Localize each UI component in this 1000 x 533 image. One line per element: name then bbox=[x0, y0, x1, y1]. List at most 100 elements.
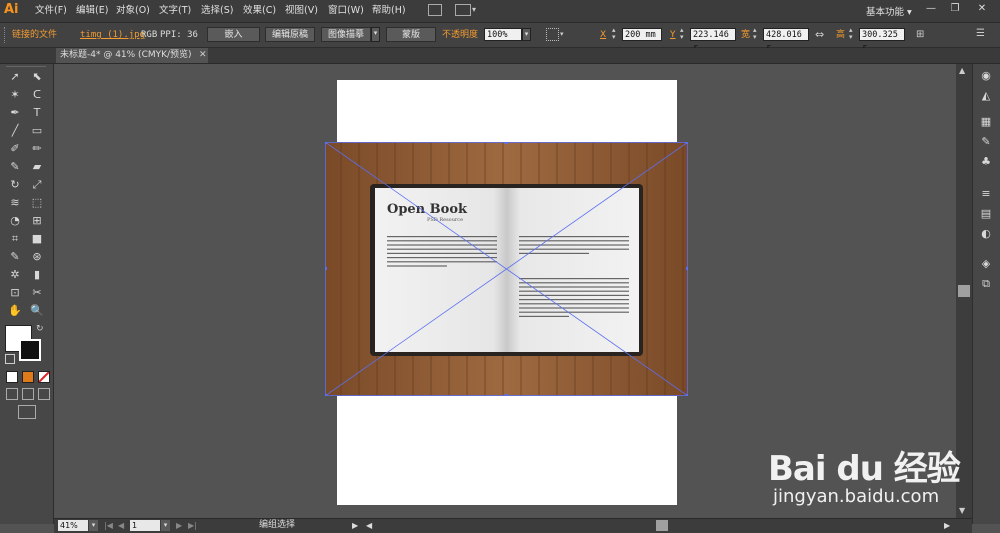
document-tab[interactable]: 未标题-4* @ 41% (CMYK/预览) bbox=[56, 48, 208, 63]
rectangle-tool-icon[interactable]: ▭ bbox=[29, 123, 45, 139]
arrange-dropdown-icon[interactable]: ▾ bbox=[472, 5, 476, 14]
color-guide-icon[interactable]: ◭ bbox=[978, 88, 994, 104]
height-label[interactable]: 高 bbox=[836, 29, 845, 41]
status-menu-icon[interactable]: ▶ bbox=[352, 520, 358, 531]
close-window-button[interactable]: ✕ bbox=[975, 2, 989, 16]
horizontal-scroll-thumb[interactable] bbox=[656, 520, 668, 531]
y-stepper-icon[interactable]: ▴ ▾ bbox=[680, 27, 684, 41]
x-label[interactable]: X bbox=[600, 29, 606, 41]
page-input[interactable]: 1 bbox=[130, 520, 160, 531]
y-input[interactable]: 223.146 r bbox=[690, 28, 736, 53]
arrange-documents-icon[interactable] bbox=[455, 4, 471, 16]
default-colors-icon[interactable] bbox=[5, 354, 15, 364]
screen-mode-icon[interactable] bbox=[18, 405, 36, 419]
scroll-up-icon[interactable]: ▲ bbox=[959, 66, 965, 75]
opacity-dropdown[interactable]: ▾ bbox=[522, 28, 531, 41]
mesh-icon[interactable]: ⌗ bbox=[7, 231, 23, 247]
workspace-switcher[interactable]: 基本功能 ▾ bbox=[866, 4, 912, 18]
bridge-icon[interactable] bbox=[428, 4, 442, 16]
artboards-panel-icon[interactable]: ⧉ bbox=[978, 276, 994, 292]
minimize-button[interactable]: — bbox=[924, 2, 938, 16]
eyedropper-icon[interactable]: ✎ bbox=[7, 249, 23, 265]
column-graph-icon[interactable]: ▮ bbox=[29, 267, 45, 283]
gradient-panel-icon[interactable]: ▤ bbox=[978, 206, 994, 222]
brushes-panel-icon[interactable]: ✎ bbox=[978, 134, 994, 150]
swatches-panel-icon[interactable]: ▦ bbox=[978, 114, 994, 130]
prev-page-icon[interactable]: ◀ bbox=[118, 520, 124, 531]
menu-window[interactable]: 窗口(W) bbox=[328, 4, 364, 18]
paintbrush-icon[interactable]: ✐ bbox=[7, 141, 23, 157]
magic-wand-icon[interactable]: ✶ bbox=[7, 87, 23, 103]
stroke-panel-icon[interactable]: ≡ bbox=[978, 186, 994, 202]
blend-icon[interactable]: ⊛ bbox=[29, 249, 45, 265]
selection-tool-icon[interactable]: ➚ bbox=[7, 69, 23, 85]
transparency-panel-icon[interactable]: ◐ bbox=[978, 226, 994, 242]
image-trace-button[interactable]: 图像描摹 bbox=[321, 27, 371, 42]
height-stepper-icon[interactable]: ▴ ▾ bbox=[849, 27, 853, 41]
linked-filename-link[interactable]: timg (1).jpg bbox=[80, 29, 145, 41]
menu-edit[interactable]: 编辑(E) bbox=[76, 4, 108, 18]
stroke-swatch[interactable] bbox=[19, 339, 41, 361]
menu-type[interactable]: 文字(T) bbox=[159, 4, 191, 18]
direct-selection-tool-icon[interactable]: ⬉ bbox=[29, 69, 45, 85]
reference-dropdown-icon[interactable]: ▾ bbox=[560, 30, 564, 38]
reference-point-icon[interactable] bbox=[546, 28, 559, 41]
none-mode-icon[interactable] bbox=[38, 371, 50, 383]
zoom-dropdown[interactable]: ▾ bbox=[89, 520, 98, 531]
free-transform-icon[interactable]: ⬚ bbox=[29, 195, 45, 211]
lasso-icon[interactable]: ᑕ bbox=[29, 87, 45, 103]
pencil-icon[interactable]: ✏ bbox=[29, 141, 45, 157]
zoom-input[interactable]: 41% bbox=[58, 520, 88, 531]
draw-normal-icon[interactable] bbox=[6, 388, 18, 400]
line-tool-icon[interactable]: ╱ bbox=[7, 123, 23, 139]
mask-button[interactable]: 蒙版 bbox=[386, 27, 436, 42]
draw-behind-icon[interactable] bbox=[22, 388, 34, 400]
vertical-scroll-thumb[interactable] bbox=[958, 285, 970, 297]
type-tool-icon[interactable]: T bbox=[29, 105, 45, 121]
shape-builder-icon[interactable]: ◔ bbox=[7, 213, 23, 229]
height-input[interactable]: 300.325 r bbox=[859, 28, 905, 53]
symbols-panel-icon[interactable]: ♣ bbox=[978, 154, 994, 170]
scroll-left-icon[interactable]: ◀ bbox=[366, 520, 372, 531]
hand-icon[interactable]: ✋ bbox=[7, 303, 23, 319]
artboard-icon[interactable]: ⊡ bbox=[7, 285, 23, 301]
color-mode-icon[interactable] bbox=[6, 371, 18, 383]
scale-icon[interactable]: ⤢ bbox=[29, 177, 45, 193]
align-icon[interactable]: ⊞ bbox=[916, 29, 924, 40]
menu-object[interactable]: 对象(O) bbox=[116, 4, 150, 18]
eraser-icon[interactable]: ▰ bbox=[29, 159, 45, 175]
perspective-grid-icon[interactable]: ⊞ bbox=[29, 213, 45, 229]
linked-file-label[interactable]: 链接的文件 bbox=[12, 29, 57, 41]
close-tab-icon[interactable]: ✕ bbox=[199, 48, 207, 63]
menu-effect[interactable]: 效果(C) bbox=[243, 4, 276, 18]
width-stepper-icon[interactable]: ▴ ▾ bbox=[753, 27, 757, 41]
warp-icon[interactable]: ≋ bbox=[7, 195, 23, 211]
slice-icon[interactable]: ✂ bbox=[29, 285, 45, 301]
image-trace-dropdown[interactable]: ▾ bbox=[371, 27, 380, 42]
color-panel-icon[interactable]: ◉ bbox=[978, 68, 994, 84]
menu-help[interactable]: 帮助(H) bbox=[372, 4, 406, 18]
x-input[interactable]: 200 mm bbox=[622, 28, 662, 41]
gradient-mode-icon[interactable] bbox=[22, 371, 34, 383]
placed-image[interactable]: Open Book PSD Resource bbox=[325, 142, 688, 396]
layers-panel-icon[interactable]: ◈ bbox=[978, 256, 994, 272]
panel-menu-icon[interactable]: ☰ bbox=[976, 28, 985, 39]
restore-button[interactable]: ❐ bbox=[948, 2, 962, 16]
menu-view[interactable]: 视图(V) bbox=[285, 4, 318, 18]
opacity-label[interactable]: 不透明度 bbox=[442, 29, 478, 41]
width-input[interactable]: 428.016 r bbox=[763, 28, 809, 53]
y-label[interactable]: Y bbox=[670, 29, 676, 41]
blob-brush-icon[interactable]: ✎ bbox=[7, 159, 23, 175]
pen-tool-icon[interactable]: ✒ bbox=[7, 105, 23, 121]
next-page-icon[interactable]: ▶ bbox=[176, 520, 182, 531]
zoom-icon[interactable]: 🔍 bbox=[29, 303, 45, 319]
menu-file[interactable]: 文件(F) bbox=[35, 4, 67, 18]
page-dropdown[interactable]: ▾ bbox=[161, 520, 170, 531]
x-stepper-icon[interactable]: ▴ ▾ bbox=[612, 27, 616, 41]
menu-select[interactable]: 选择(S) bbox=[201, 4, 233, 18]
edit-original-button[interactable]: 编辑原稿 bbox=[265, 27, 315, 42]
link-proportions-icon[interactable]: ⇔ bbox=[815, 28, 824, 41]
embed-button[interactable]: 嵌入 bbox=[207, 27, 260, 42]
opacity-input[interactable]: 100% bbox=[484, 28, 522, 41]
scroll-right-icon[interactable]: ▶ bbox=[944, 520, 950, 531]
